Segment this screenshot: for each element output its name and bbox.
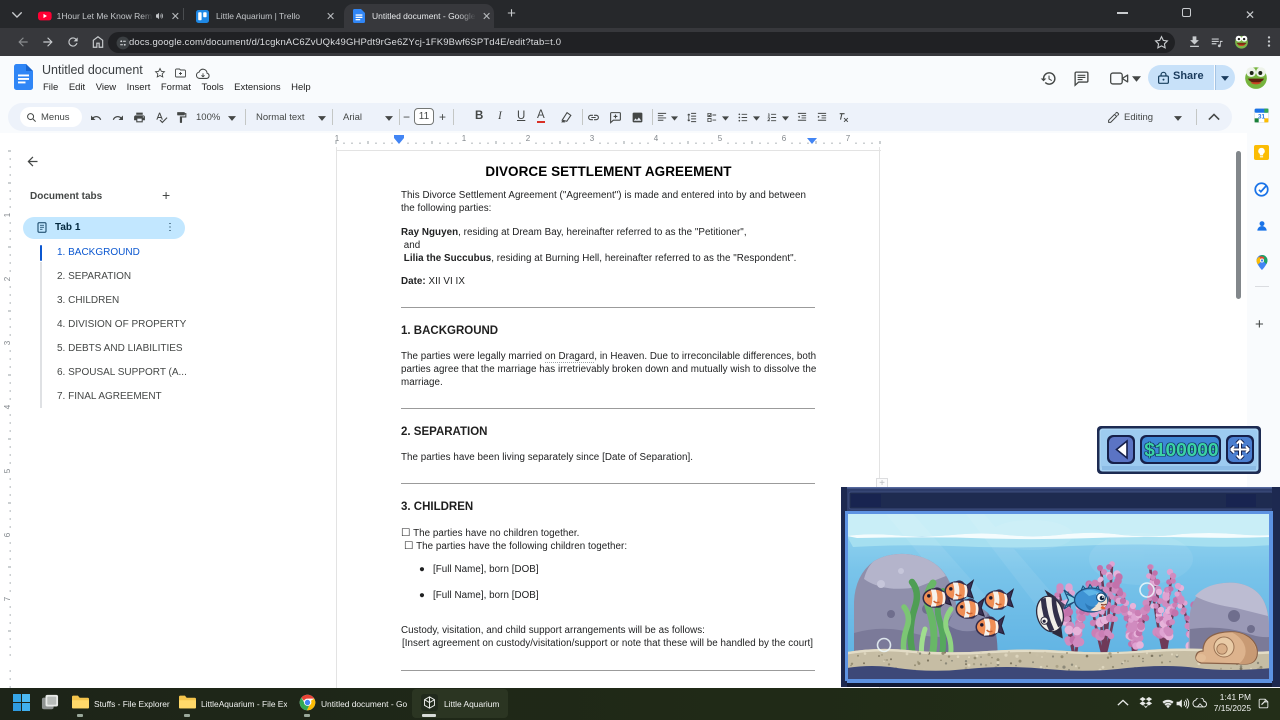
svg-text:1: 1	[462, 134, 467, 143]
svg-text:1: 1	[3, 212, 12, 217]
svg-text:5: 5	[718, 134, 723, 143]
svg-text:2: 2	[526, 134, 531, 143]
svg-text:7: 7	[3, 596, 12, 601]
svg-text:3: 3	[3, 340, 12, 345]
svg-text:31: 31	[1258, 113, 1265, 120]
svg-text:7: 7	[846, 134, 851, 143]
svg-text:6: 6	[3, 532, 12, 537]
svg-text:5: 5	[3, 468, 12, 473]
svg-text:6: 6	[782, 134, 787, 143]
svg-text:1: 1	[335, 134, 340, 143]
svg-text:3: 3	[590, 134, 595, 143]
svg-text:4: 4	[654, 134, 659, 143]
svg-text:$100000: $100000	[1144, 440, 1219, 462]
svg-text:4: 4	[3, 404, 12, 409]
svg-text:2: 2	[3, 276, 12, 281]
